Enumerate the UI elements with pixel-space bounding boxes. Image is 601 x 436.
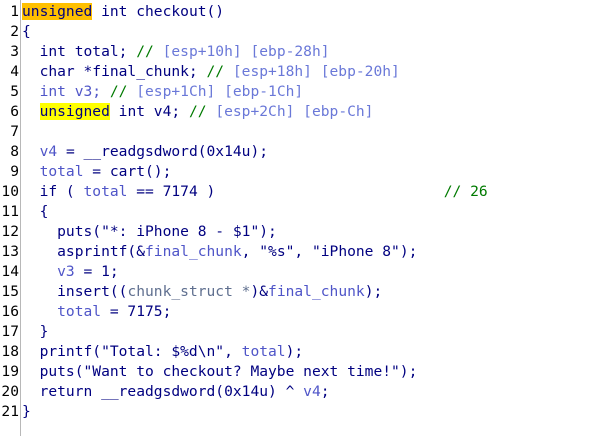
code-token[interactable]: int checkout(): [92, 3, 224, 20]
code-token[interactable]: v4: [22, 143, 58, 160]
code-token[interactable]: [esp+10h] [ebp-28h]: [163, 43, 330, 60]
code-text[interactable]: if ( total == 7174 ) // 26: [22, 182, 488, 202]
code-token[interactable]: ;: [321, 383, 330, 400]
line-number: 14: [1, 263, 19, 280]
line-number: 1: [10, 3, 19, 20]
line-number: 6: [10, 103, 19, 120]
code-token[interactable]: total: [84, 183, 128, 200]
code-token[interactable]: {: [22, 23, 31, 40]
code-token[interactable]: puts("Want to checkout? Maybe next time!…: [22, 363, 418, 380]
code-token[interactable]: final_chunk: [145, 243, 242, 260]
code-token[interactable]: total: [22, 303, 101, 320]
code-token[interactable]: v4: [303, 383, 321, 400]
line-number: 21: [1, 403, 19, 420]
code-token[interactable]: int v4;: [110, 103, 189, 120]
line-number: 5: [10, 83, 19, 100]
code-token[interactable]: asprintf(&: [22, 243, 145, 260]
code-text[interactable]: int total; // [esp+10h] [ebp-28h]: [22, 42, 330, 62]
code-text[interactable]: return __readgsdword(0x14u) ^ v4;: [22, 382, 330, 402]
line-number: 4: [10, 63, 19, 80]
code-text[interactable]: unsigned int checkout(): [22, 2, 224, 22]
code-token[interactable]: // 26: [444, 183, 488, 200]
code-token[interactable]: char *final_chunk;: [22, 63, 207, 80]
code-token[interactable]: return __readgsdword(0x14u) ^: [22, 383, 303, 400]
code-token[interactable]: [esp+2Ch] [ebp-Ch]: [215, 103, 373, 120]
line-number: 9: [10, 163, 19, 180]
code-token[interactable]: = 1;: [75, 263, 119, 280]
line-number: 17: [1, 323, 19, 340]
code-text[interactable]: puts("Want to checkout? Maybe next time!…: [22, 362, 418, 382]
line-number: 18: [1, 343, 19, 360]
code-text[interactable]: {: [22, 22, 31, 42]
code-text[interactable]: {: [22, 202, 49, 222]
code-text[interactable]: }: [22, 402, 31, 422]
code-text[interactable]: insert((chunk_struct *)&final_chunk);: [22, 282, 382, 302]
code-text[interactable]: total = 7175;: [22, 302, 171, 322]
line-number: 16: [1, 303, 19, 320]
code-token[interactable]: = 7175;: [101, 303, 172, 320]
code-text[interactable]: int v3; // [esp+1Ch] [ebp-1Ch]: [22, 82, 304, 102]
code-token[interactable]: insert((: [22, 283, 127, 300]
code-text[interactable]: printf("Total: $%d\n", total);: [22, 342, 304, 362]
line-number: 3: [10, 43, 19, 60]
code-token[interactable]: v3: [22, 263, 75, 280]
code-token[interactable]: total: [242, 343, 286, 360]
code-token[interactable]: int v3;: [22, 83, 110, 100]
code-token[interactable]: );: [286, 343, 304, 360]
code-text[interactable]: asprintf(&final_chunk, "%s", "iPhone 8")…: [22, 242, 417, 262]
code-token[interactable]: //: [136, 43, 162, 60]
line-number: 13: [1, 243, 19, 260]
code-token[interactable]: int total;: [22, 43, 136, 60]
code-token[interactable]: = cart();: [84, 163, 171, 180]
code-text[interactable]: unsigned int v4; // [esp+2Ch] [ebp-Ch]: [22, 102, 373, 122]
code-token[interactable]: [esp+18h] [ebp-20h]: [233, 63, 400, 80]
line-number: 8: [10, 143, 19, 160]
line-number: 15: [1, 283, 19, 300]
code-token[interactable]: puts("*: iPhone 8 - $1");: [22, 223, 277, 240]
code-text[interactable]: v4 = __readgsdword(0x14u);: [22, 142, 268, 162]
line-number: 10: [1, 183, 19, 200]
line-number: 20: [1, 383, 19, 400]
code-token[interactable]: [22, 103, 40, 120]
code-token[interactable]: unsigned: [22, 3, 93, 20]
pseudocode-view[interactable]: 1 unsigned int checkout() 2{3 int total; /…: [0, 0, 601, 436]
code-token[interactable]: [esp+1Ch] [ebp-1Ch]: [136, 83, 303, 100]
code-token[interactable]: = __readgsdword(0x14u);: [57, 143, 268, 160]
code-token[interactable]: )&: [250, 283, 268, 300]
code-token[interactable]: total: [22, 163, 84, 180]
line-number: 12: [1, 223, 19, 240]
code-text[interactable]: }: [22, 322, 49, 342]
code-token[interactable]: printf("Total: $%d\n",: [22, 343, 242, 360]
line-number: 2: [10, 23, 19, 40]
code-token[interactable]: , "%s", "iPhone 8");: [242, 243, 418, 260]
code-token[interactable]: //: [207, 63, 233, 80]
line-number: 7: [10, 123, 19, 140]
code-token[interactable]: }: [22, 323, 49, 340]
code-token[interactable]: //: [189, 103, 215, 120]
code-text[interactable]: total = cart();: [22, 162, 172, 182]
code-token[interactable]: if (: [22, 183, 84, 200]
line-number: 19: [1, 363, 19, 380]
code-token[interactable]: {: [22, 203, 49, 220]
code-token[interactable]: );: [365, 283, 383, 300]
code-token[interactable]: //: [110, 83, 136, 100]
code-text[interactable]: char *final_chunk; // [esp+18h] [ebp-20h…: [22, 62, 400, 82]
code-token[interactable]: }: [22, 403, 31, 420]
code-token[interactable]: unsigned: [39, 103, 110, 120]
code-text[interactable]: v3 = 1;: [22, 262, 119, 282]
code-token[interactable]: final_chunk: [268, 283, 365, 300]
line-number: 11: [1, 203, 19, 220]
code-text[interactable]: puts("*: iPhone 8 - $1");: [22, 222, 277, 242]
code-token[interactable]: == 7174 ): [127, 183, 443, 200]
code-token[interactable]: chunk_struct *: [127, 283, 250, 300]
